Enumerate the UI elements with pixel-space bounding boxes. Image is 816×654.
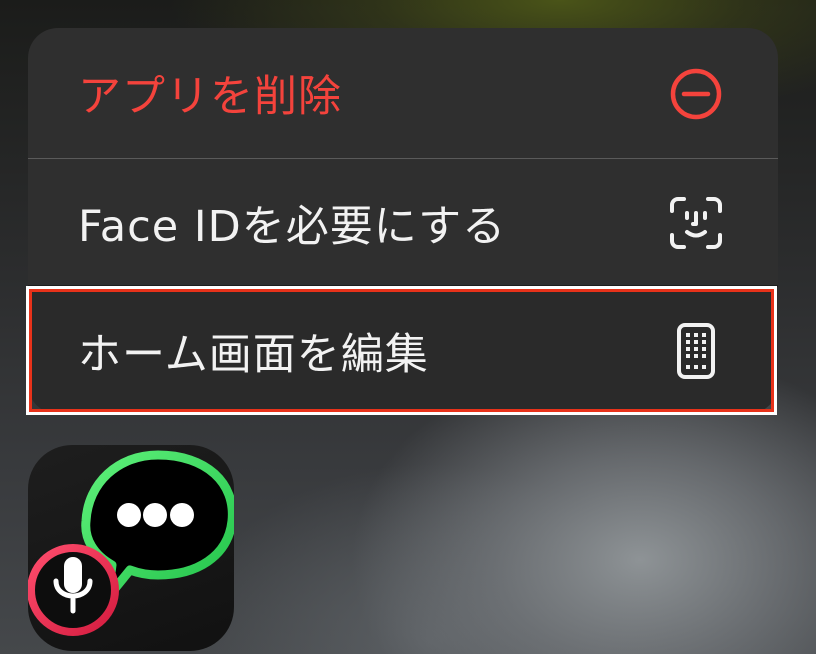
face-id-icon bbox=[666, 193, 726, 253]
menu-item-label: Face IDを必要にする bbox=[78, 202, 507, 252]
menu-item-delete-app[interactable]: アプリを削除 bbox=[28, 28, 778, 158]
speech-bubble-microphone-icon bbox=[28, 450, 234, 636]
app-icon[interactable] bbox=[28, 445, 234, 651]
menu-item-label: ホーム画面を編集 bbox=[78, 329, 429, 380]
menu-item-edit-home-screen[interactable]: ホーム画面を編集 bbox=[28, 287, 778, 414]
menu-item-require-face-id[interactable]: Face IDを必要にする bbox=[28, 159, 778, 287]
menu-item-label: アプリを削除 bbox=[78, 72, 342, 122]
context-menu: アプリを削除 Face IDを必要にする ホーム画面を編集 bbox=[28, 28, 778, 414]
minus-circle-icon bbox=[666, 64, 726, 124]
phone-grid-icon bbox=[666, 321, 726, 381]
